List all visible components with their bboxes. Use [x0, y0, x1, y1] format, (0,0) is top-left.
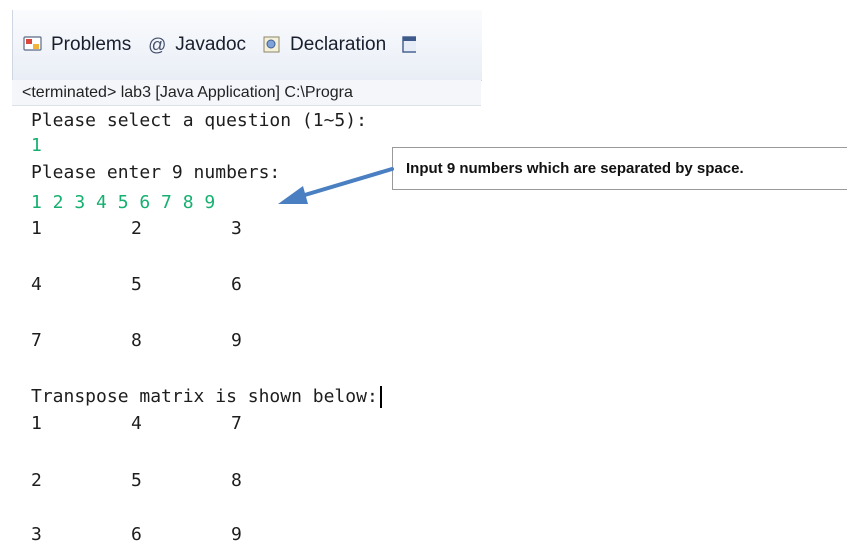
annotation-arrow	[278, 167, 394, 204]
